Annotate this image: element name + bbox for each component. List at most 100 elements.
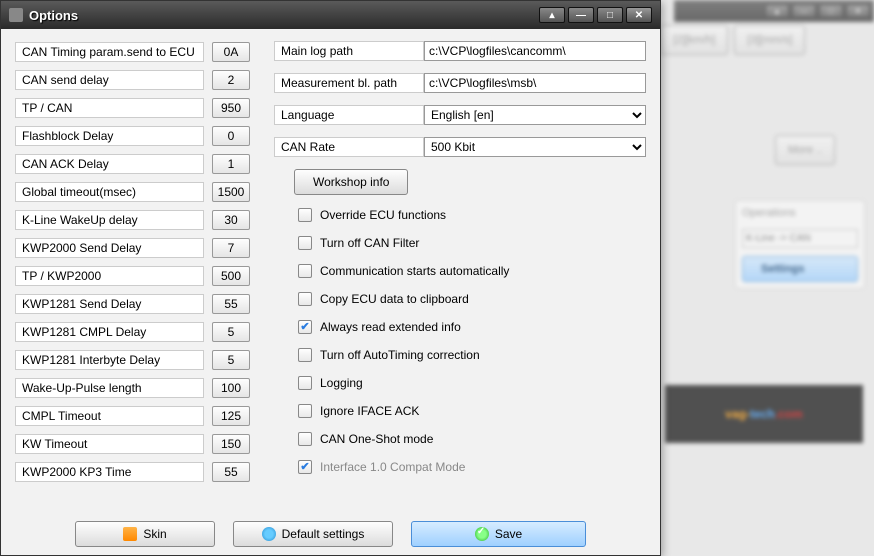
checkbox[interactable] bbox=[298, 236, 312, 250]
checkbox-row: Turn off CAN Filter bbox=[294, 233, 646, 253]
param-row: K-Line WakeUp delay 30 bbox=[15, 209, 250, 231]
param-value-button[interactable]: 150 bbox=[212, 434, 250, 454]
checkbox[interactable] bbox=[298, 348, 312, 362]
checkboxes-column: Override ECU functions Turn off CAN Filte… bbox=[294, 205, 646, 477]
titlebar[interactable]: Options ▴ — □ ✕ bbox=[1, 1, 660, 29]
param-value-button[interactable]: 55 bbox=[212, 462, 250, 482]
param-value-button[interactable]: 500 bbox=[212, 266, 250, 286]
checkbox-label: Ignore IFACE ACK bbox=[320, 404, 419, 418]
bg-button-1: [2][km/h] bbox=[660, 25, 728, 55]
param-row: KW Timeout150 bbox=[15, 433, 250, 455]
parent-titlebar: ▴ — □ ✕ bbox=[674, 0, 874, 22]
main-log-path-row: Main log path bbox=[274, 41, 646, 61]
checkbox[interactable] bbox=[298, 208, 312, 222]
parent-maximize-icon: □ bbox=[819, 4, 843, 18]
parent-minimize-icon: ▴ bbox=[765, 4, 789, 18]
param-row: KWP1281 Interbyte Delay 5 bbox=[15, 349, 250, 371]
skin-icon bbox=[123, 527, 137, 541]
parent-close-icon: ✕ bbox=[846, 4, 870, 18]
param-label: KWP1281 Interbyte Delay bbox=[15, 350, 204, 370]
checkbox[interactable] bbox=[298, 320, 312, 334]
meas-path-label: Measurement bl. path bbox=[274, 73, 424, 93]
timing-params-column: CAN Timing param.send to ECU0A CAN send d… bbox=[15, 41, 250, 505]
bg-protocol-select: K-Line -> CAN bbox=[742, 229, 858, 248]
checkbox-row: Interface 1.0 Compat Mode bbox=[294, 457, 646, 477]
param-row: CAN Timing param.send to ECU0A bbox=[15, 41, 250, 63]
param-value-button[interactable]: 0 bbox=[212, 126, 250, 146]
param-value-button[interactable]: 5 bbox=[212, 322, 250, 342]
settings-column: Main log path Measurement bl. path Langu… bbox=[274, 41, 646, 505]
param-row: TP / KWP2000 500 bbox=[15, 265, 250, 287]
refresh-icon bbox=[262, 527, 276, 541]
language-row: Language English [en] bbox=[274, 105, 646, 125]
main-log-path-input[interactable] bbox=[424, 41, 646, 61]
param-row: KWP2000 Send Delay 7 bbox=[15, 237, 250, 259]
checkbox[interactable] bbox=[298, 404, 312, 418]
param-row: Global timeout(msec) 1500 bbox=[15, 181, 250, 203]
param-value-button[interactable]: 1 bbox=[212, 154, 250, 174]
param-row: CMPL Timeout 125 bbox=[15, 405, 250, 427]
checkbox-row: Copy ECU data to clipboard bbox=[294, 289, 646, 309]
bg-logo: vag-tech.com bbox=[665, 385, 863, 443]
app-icon bbox=[9, 8, 23, 22]
param-row: KWP1281 Send Delay 55 bbox=[15, 293, 250, 315]
checkbox[interactable] bbox=[298, 376, 312, 390]
bg-more-button: More .. bbox=[775, 135, 835, 165]
param-label: TP / KWP2000 bbox=[15, 266, 204, 286]
maximize-button[interactable]: □ bbox=[597, 7, 623, 23]
param-value-button[interactable]: 0A bbox=[212, 42, 250, 62]
checkbox[interactable] bbox=[298, 264, 312, 278]
param-label: CAN send delay bbox=[15, 70, 204, 90]
save-button[interactable]: Save bbox=[411, 521, 586, 547]
language-select[interactable]: English [en] bbox=[424, 105, 646, 125]
checkbox-row: Logging bbox=[294, 373, 646, 393]
checkbox[interactable] bbox=[298, 460, 312, 474]
param-row: TP / CAN950 bbox=[15, 97, 250, 119]
param-value-button[interactable]: 7 bbox=[212, 238, 250, 258]
param-value-button[interactable]: 30 bbox=[212, 210, 250, 230]
param-value-button[interactable]: 125 bbox=[212, 406, 250, 426]
bg-settings-button: Settings bbox=[742, 256, 858, 282]
can-rate-label: CAN Rate bbox=[274, 137, 424, 157]
param-label: Global timeout(msec) bbox=[15, 182, 204, 202]
param-label: KWP2000 KP3 Time bbox=[15, 462, 204, 482]
param-label: CMPL Timeout bbox=[15, 406, 204, 426]
param-row: Flashblock Delay 0 bbox=[15, 125, 250, 147]
param-value-button[interactable]: 2 bbox=[212, 70, 250, 90]
checkbox[interactable] bbox=[298, 432, 312, 446]
workshop-info-button[interactable]: Workshop info bbox=[294, 169, 408, 195]
can-rate-select[interactable]: 500 Kbit bbox=[424, 137, 646, 157]
param-value-button[interactable]: 5 bbox=[212, 350, 250, 370]
param-row: Wake-Up-Pulse length 100 bbox=[15, 377, 250, 399]
param-label: CAN ACK Delay bbox=[15, 154, 204, 174]
param-label: KWP1281 Send Delay bbox=[15, 294, 204, 314]
skin-button[interactable]: Skin bbox=[75, 521, 215, 547]
main-log-path-label: Main log path bbox=[274, 41, 424, 61]
options-dialog: Options ▴ — □ ✕ CAN Timing param.send to… bbox=[0, 0, 661, 556]
param-value-button[interactable]: 950 bbox=[212, 98, 250, 118]
check-icon bbox=[475, 527, 489, 541]
dialog-footer: Skin Default settings Save bbox=[1, 521, 660, 547]
bg-button-2: [3][mm/s] bbox=[734, 25, 805, 55]
param-value-button[interactable]: 55 bbox=[212, 294, 250, 314]
param-row: CAN send delay 2 bbox=[15, 69, 250, 91]
param-label: Flashblock Delay bbox=[15, 126, 204, 146]
meas-path-row: Measurement bl. path bbox=[274, 73, 646, 93]
checkbox-label: Communication starts automatically bbox=[320, 264, 509, 278]
default-settings-button[interactable]: Default settings bbox=[233, 521, 393, 547]
minimize-button[interactable]: — bbox=[568, 7, 594, 23]
meas-path-input[interactable] bbox=[424, 73, 646, 93]
param-label: Wake-Up-Pulse length bbox=[15, 378, 204, 398]
param-label: KWP2000 Send Delay bbox=[15, 238, 204, 258]
param-label: K-Line WakeUp delay bbox=[15, 210, 204, 230]
rollup-button[interactable]: ▴ bbox=[539, 7, 565, 23]
checkbox-row: Turn off AutoTiming correction bbox=[294, 345, 646, 365]
param-value-button[interactable]: 100 bbox=[212, 378, 250, 398]
close-button[interactable]: ✕ bbox=[626, 7, 652, 23]
param-value-button[interactable]: 1500 bbox=[212, 182, 250, 202]
can-rate-row: CAN Rate 500 Kbit bbox=[274, 137, 646, 157]
checkbox-row: Override ECU functions bbox=[294, 205, 646, 225]
bg-operations-panel: Operations K-Line -> CAN Settings bbox=[735, 200, 865, 289]
checkbox-label: Copy ECU data to clipboard bbox=[320, 292, 469, 306]
checkbox[interactable] bbox=[298, 292, 312, 306]
